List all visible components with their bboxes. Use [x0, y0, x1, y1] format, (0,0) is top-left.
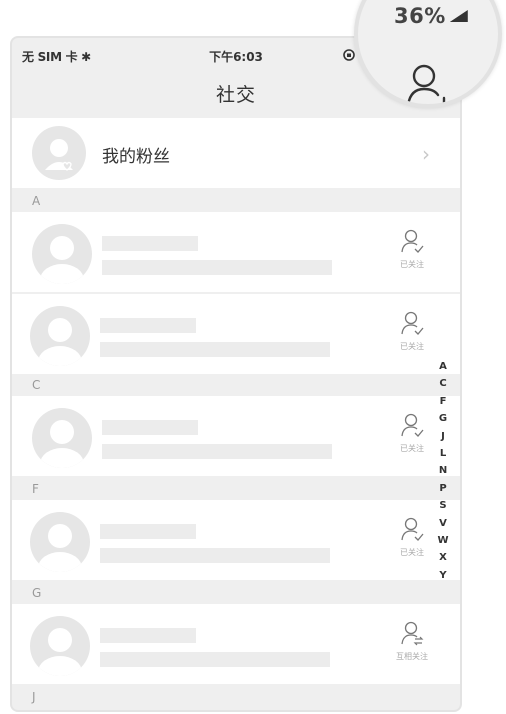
follow-status-label: 已关注 — [400, 548, 424, 557]
section-header: C — [12, 374, 460, 396]
contact-row[interactable]: 互相关注 — [12, 604, 460, 684]
avatar — [30, 306, 90, 366]
name-placeholder — [102, 420, 198, 435]
followed-user-icon — [401, 311, 424, 335]
name-placeholder — [102, 236, 198, 251]
battery-percent: 36% — [394, 4, 446, 28]
index-letter[interactable]: J — [435, 428, 451, 445]
description-placeholder — [102, 444, 332, 459]
index-letter[interactable]: L — [435, 445, 451, 462]
description-placeholder — [102, 260, 332, 275]
description-placeholder — [100, 652, 330, 667]
add-user-button[interactable] — [404, 60, 460, 104]
rotation-lock-icon — [342, 48, 356, 65]
section-header: J — [12, 686, 460, 708]
follow-status-label: 互相关注 — [396, 652, 428, 661]
fans-avatar — [32, 126, 86, 180]
follow-status-label: 已关注 — [400, 444, 424, 453]
contact-row[interactable]: 已关注 — [12, 396, 460, 476]
index-letter[interactable]: P — [435, 480, 451, 497]
contact-row[interactable]: 已关注 — [12, 212, 460, 292]
battery-icon — [449, 10, 468, 22]
index-letter[interactable]: X — [435, 549, 451, 566]
follow-status-label: 已关注 — [400, 260, 424, 269]
index-letter[interactable]: G — [435, 410, 451, 427]
index-letter[interactable]: W — [435, 532, 451, 549]
index-letter[interactable]: Y — [435, 567, 451, 584]
index-letter[interactable]: V — [435, 515, 451, 532]
section-letter: G — [32, 586, 42, 600]
name-placeholder — [100, 524, 196, 539]
follow-status-label: 已关注 — [400, 342, 424, 351]
mutual-follow-icon — [401, 621, 424, 646]
follow-status-button[interactable]: 已关注 — [392, 412, 432, 458]
contact-row[interactable]: 已关注 — [12, 500, 460, 580]
avatar — [32, 224, 92, 284]
section-header: F — [12, 478, 460, 500]
index-letter[interactable]: N — [435, 462, 451, 479]
my-fans-row[interactable]: 我的粉丝 › — [12, 118, 460, 188]
avatar — [30, 616, 90, 676]
my-fans-label: 我的粉丝 — [102, 147, 170, 167]
section-header: A — [12, 190, 460, 212]
avatar — [30, 512, 90, 572]
description-placeholder — [100, 548, 330, 563]
section-letter: F — [32, 482, 39, 496]
followed-user-icon — [401, 413, 424, 437]
follow-status-button[interactable]: 已关注 — [392, 310, 432, 356]
contact-row[interactable]: 已关注 — [12, 294, 460, 374]
index-letter[interactable]: A — [435, 358, 451, 375]
fans-heart-user-icon — [45, 139, 73, 171]
phone-screen: 无 SIM 卡 ✱ 下午6:03 社交 我的粉丝 › A 已关注 已关注 C 已… — [10, 36, 462, 712]
index-letter[interactable]: C — [435, 375, 451, 392]
screenshot-stage: 无 SIM 卡 ✱ 下午6:03 社交 我的粉丝 › A 已关注 已关注 C 已… — [0, 0, 506, 714]
followed-user-icon — [401, 229, 424, 253]
name-placeholder — [100, 628, 196, 643]
section-letter: J — [32, 690, 36, 704]
follow-status-button[interactable]: 已关注 — [392, 228, 432, 274]
index-letter[interactable]: F — [435, 393, 451, 410]
avatar — [32, 408, 92, 468]
name-placeholder — [100, 318, 196, 333]
followed-user-icon — [401, 517, 424, 541]
battery-indicator: 36% — [394, 4, 468, 28]
chevron-right-icon: › — [422, 142, 430, 166]
page-title: 社交 — [215, 84, 256, 106]
section-letter: A — [32, 194, 41, 208]
section-letter: C — [32, 378, 41, 392]
follow-status-button[interactable]: 已关注 — [392, 516, 432, 562]
index-letter[interactable]: S — [435, 497, 451, 514]
follow-status-button[interactable]: 互相关注 — [392, 620, 432, 666]
alphabet-index-bar[interactable]: A C F G J L N P S V W X Y — [435, 358, 451, 584]
description-placeholder — [100, 342, 330, 357]
add-user-icon — [407, 64, 446, 104]
section-header: G — [12, 582, 460, 604]
